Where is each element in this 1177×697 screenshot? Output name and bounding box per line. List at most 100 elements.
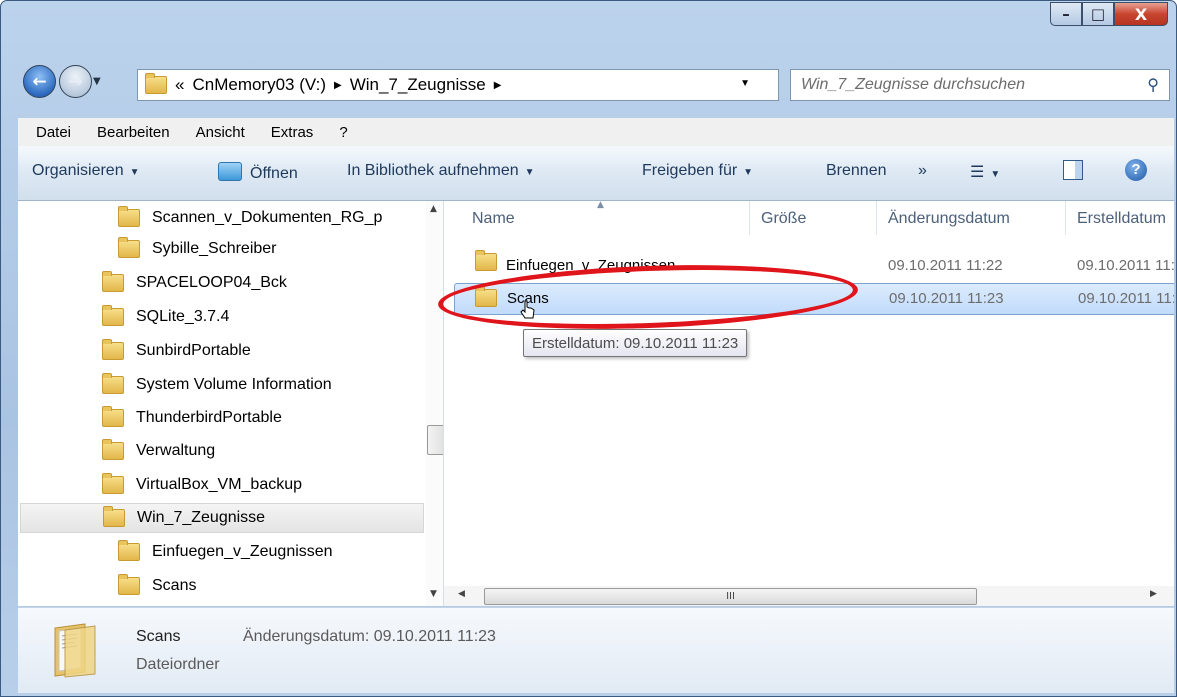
forward-button[interactable]: → xyxy=(59,65,92,98)
column-header-name[interactable]: Name xyxy=(472,201,515,237)
nav-scrollbar[interactable]: ▲ ▼ xyxy=(426,201,443,606)
folder-icon xyxy=(102,373,124,394)
nav-item[interactable]: SunbirdPortable xyxy=(102,336,251,366)
file-list-hscrollbar[interactable]: ◀ III ▶ xyxy=(444,586,1174,606)
folder-icon xyxy=(102,406,124,427)
open-button[interactable]: Öffnen xyxy=(218,162,298,183)
nav-item[interactable]: Verwaltung xyxy=(102,436,215,466)
folder-icon xyxy=(475,250,497,271)
open-icon xyxy=(218,162,242,181)
column-size-label: Größe xyxy=(761,210,807,227)
scroll-right-icon[interactable]: ▶ xyxy=(1150,589,1157,599)
maximize-button[interactable]: □ xyxy=(1082,2,1114,26)
details-type: Dateiordner xyxy=(136,656,220,673)
back-button[interactable]: ← xyxy=(23,65,56,98)
breadcrumb-folder[interactable]: Win_7_Zeugnisse xyxy=(350,75,486,95)
menu-ansicht[interactable]: Ansicht xyxy=(196,124,245,141)
burn-button[interactable]: Brennen xyxy=(826,162,887,180)
nav-item[interactable]: Einfuegen_v_Zeugnissen xyxy=(118,537,333,567)
column-created-label: Erstelldatum xyxy=(1077,210,1166,227)
back-arrow-icon: ← xyxy=(32,71,47,92)
folder-icon xyxy=(145,73,167,94)
column-header-created[interactable]: Erstelldatum xyxy=(1077,201,1166,237)
address-bar[interactable]: « CnMemory03 (V:) ▶ Win_7_Zeugnisse ▶ ▼ … xyxy=(137,69,904,101)
nav-item[interactable]: System Volume Information xyxy=(102,370,332,400)
nav-item[interactable]: SPACELOOP04_Bck xyxy=(102,268,287,298)
column-modified-label: Änderungsdatum xyxy=(888,210,1010,227)
nav-item-label: Win_7_Zeugnisse xyxy=(137,509,266,526)
more-commands-button[interactable]: » xyxy=(918,162,927,180)
chevron-down-icon: ▼ xyxy=(129,167,140,178)
folder-icon xyxy=(118,574,140,595)
column-header-size[interactable]: Größe xyxy=(761,201,806,237)
h-scroll-thumb[interactable]: III xyxy=(484,588,977,605)
column-name-label: Name xyxy=(472,210,515,227)
tooltip: Erstelldatum: 09.10.2011 11:23 xyxy=(523,329,748,357)
search-input[interactable]: Win_7_Zeugnisse durchsuchen ⚲ xyxy=(790,69,1170,101)
help-icon[interactable]: ? xyxy=(1125,159,1147,181)
nav-item-label: SQLite_3.7.4 xyxy=(136,308,230,325)
nav-item-label: Sybille_Schreiber xyxy=(152,240,277,257)
breadcrumb-separator-icon[interactable]: ▶ xyxy=(334,80,342,91)
menu-datei[interactable]: Datei xyxy=(36,124,71,141)
details-name: Scans xyxy=(136,628,181,645)
preview-pane-icon[interactable] xyxy=(1063,160,1083,180)
share-label: Freigeben für xyxy=(642,162,738,179)
folder-icon xyxy=(118,540,140,561)
column-divider[interactable] xyxy=(1065,201,1066,235)
search-icon[interactable]: ⚲ xyxy=(1137,75,1159,95)
nav-scroll-thumb[interactable] xyxy=(427,425,443,455)
menu-bearbeiten[interactable]: Bearbeiten xyxy=(97,124,170,141)
file-modified: 09.10.2011 11:23 xyxy=(889,290,1004,307)
file-created: 09.10.2011 11:22 xyxy=(1077,257,1174,274)
column-divider[interactable] xyxy=(749,201,750,235)
folder-icon xyxy=(102,305,124,326)
close-button[interactable]: X xyxy=(1114,2,1168,26)
include-in-library-button[interactable]: In Bibliothek aufnehmen ▼ xyxy=(347,162,535,180)
column-header-modified[interactable]: Änderungsdatum xyxy=(888,201,1010,237)
nav-item[interactable]: Sybille_Schreiber xyxy=(118,234,277,264)
change-view-button[interactable]: ☰ ▼ xyxy=(970,162,1000,182)
tooltip-text: Erstelldatum: 09.10.2011 11:23 xyxy=(532,334,739,352)
details-pane: Scans Änderungsdatum: 09.10.2011 11:23 D… xyxy=(18,607,1174,693)
history-dropdown-icon[interactable]: ▼ xyxy=(93,76,101,87)
file-list: Name ▲ Größe Änderungsdatum Erstelldatum… xyxy=(444,201,1174,606)
nav-item-label: Einfuegen_v_Zeugnissen xyxy=(152,543,333,560)
nav-item[interactable]: SQLite_3.7.4 xyxy=(102,302,229,332)
nav-item[interactable]: VirtualBox_VM_backup xyxy=(102,470,302,500)
command-bar: Organisieren ▼ Öffnen In Bibliothek aufne… xyxy=(18,146,1174,201)
sort-ascending-icon: ▲ xyxy=(597,201,604,210)
view-icon: ☰ xyxy=(970,164,985,181)
scroll-up-icon[interactable]: ▲ xyxy=(430,204,437,214)
menu-extras[interactable]: Extras xyxy=(271,124,314,141)
nav-item-label: SPACELOOP04_Bck xyxy=(136,274,287,291)
column-divider[interactable] xyxy=(876,201,877,235)
address-dropdown-icon[interactable]: ▼ xyxy=(740,78,750,89)
content-area: Scannen_v_Dokumenten_RG_p Sybille_Schrei… xyxy=(18,201,1174,606)
breadcrumb-drive[interactable]: CnMemory03 (V:) xyxy=(192,75,326,95)
nav-item-label: Scannen_v_Dokumenten_RG_p xyxy=(152,209,383,226)
menu-bar: Datei Bearbeiten Ansicht Extras ? xyxy=(18,118,1174,146)
scroll-left-icon[interactable]: ◀ xyxy=(458,589,465,599)
folder-icon xyxy=(103,506,125,527)
chevron-down-icon: ▼ xyxy=(524,167,535,178)
scroll-down-icon[interactable]: ▼ xyxy=(430,589,437,599)
nav-item[interactable]: ThunderbirdPortable xyxy=(102,403,282,433)
open-label: Öffnen xyxy=(250,165,298,182)
folder-icon xyxy=(102,271,124,292)
nav-item-label: VirtualBox_VM_backup xyxy=(136,476,303,493)
nav-item[interactable]: Scannen_v_Dokumenten_RG_p xyxy=(118,203,382,233)
file-modified: 09.10.2011 11:22 xyxy=(888,257,1003,274)
minimize-button[interactable]: – xyxy=(1050,2,1082,26)
more-commands-icon: » xyxy=(918,162,927,179)
nav-item-selected[interactable]: Win_7_Zeugnisse xyxy=(20,503,424,533)
breadcrumb-separator-icon[interactable]: ▶ xyxy=(494,80,502,91)
chevron-down-icon: ▼ xyxy=(743,167,754,178)
organize-button[interactable]: Organisieren ▼ xyxy=(32,162,140,180)
nav-item[interactable]: Scans xyxy=(118,571,196,601)
menu-help[interactable]: ? xyxy=(339,124,347,141)
address-row: ← → ▼ « CnMemory03 (V:) ▶ Win_7_Zeugniss… xyxy=(1,63,1176,107)
scroll-grip-icon: III xyxy=(726,591,735,602)
share-with-button[interactable]: Freigeben für ▼ xyxy=(642,162,753,180)
breadcrumb-overflow[interactable]: « xyxy=(175,75,184,95)
